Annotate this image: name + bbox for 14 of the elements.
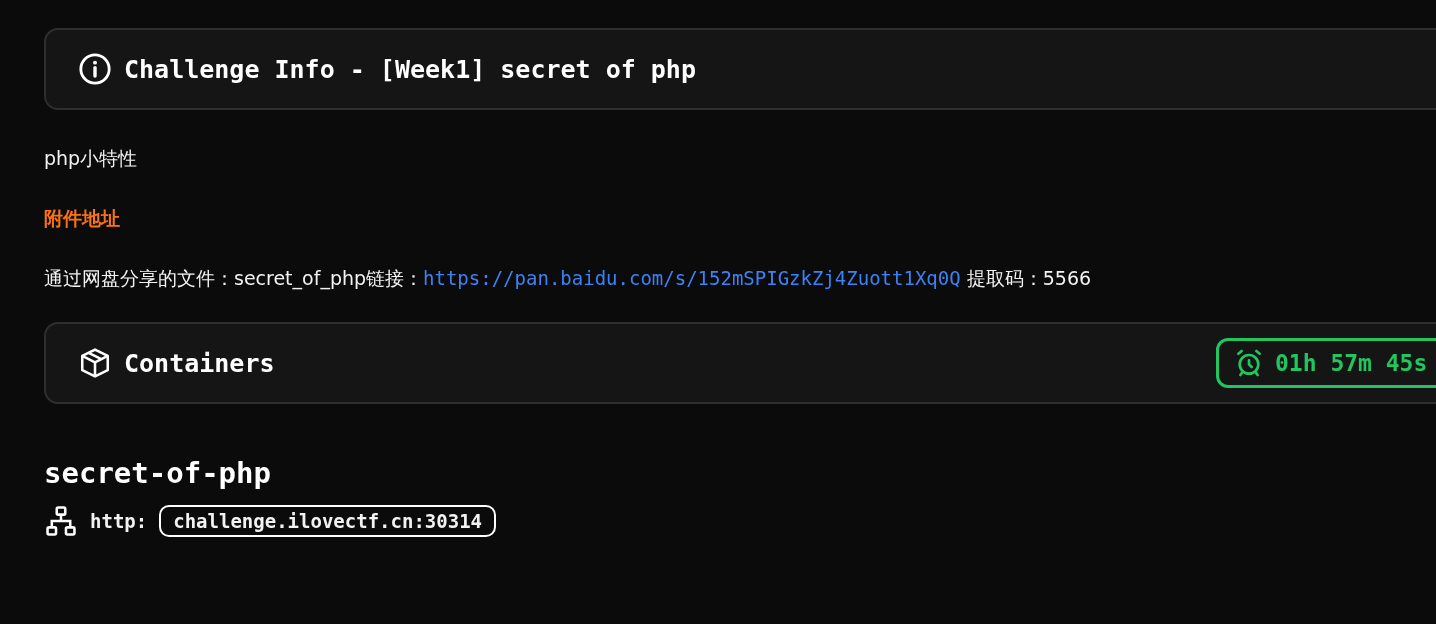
protocol-label: http: (90, 510, 148, 532)
description-text: php小特性 (44, 146, 139, 171)
attachment-heading: 附件地址 (44, 206, 121, 231)
extraction-code-text: 提取码：5566 (966, 267, 1092, 289)
card-title: Containers (124, 348, 275, 378)
card-title: Challenge Info - [Week1] secret of php (124, 54, 696, 84)
share-link[interactable]: https://pan.baidu.com/s/152mSPIGzkZj4Zuott1Xq0Q (423, 267, 961, 289)
timer-text: 01h 57m 45s (1275, 350, 1428, 376)
box-icon (78, 346, 112, 380)
container-name: secret-of-php (44, 456, 272, 490)
address-field[interactable]: challenge.ilovectf.cn:30314 (159, 505, 497, 537)
info-icon (78, 52, 112, 86)
network-icon (44, 504, 78, 538)
share-text: 通过网盘分享的文件：secret_of_php链接： (44, 267, 424, 289)
